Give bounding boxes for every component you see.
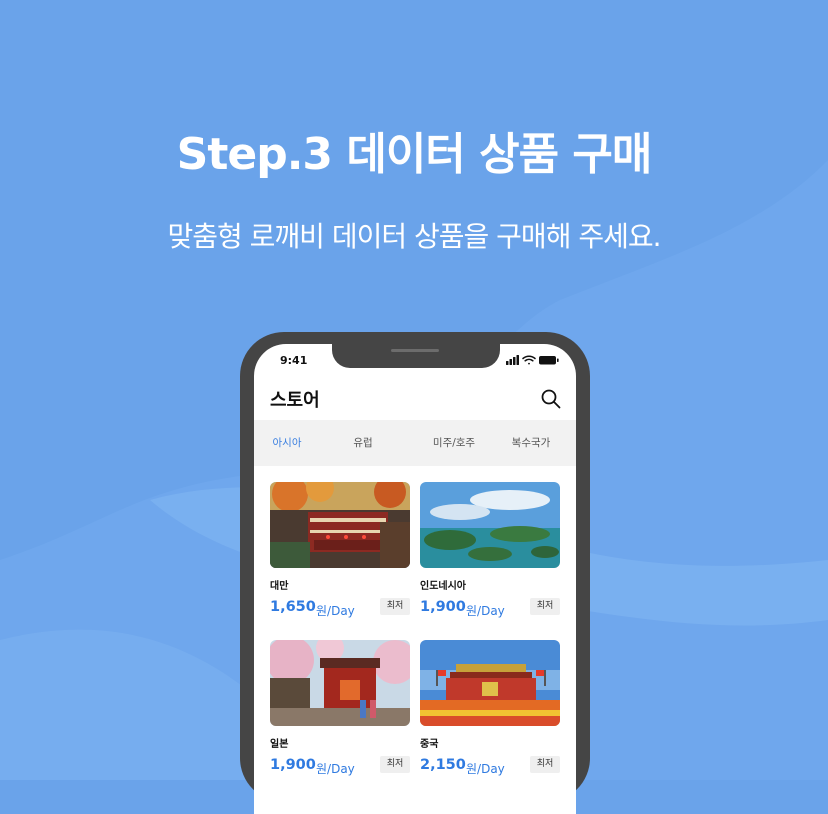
tab-americas-oceania[interactable]: 미주/호주 [416, 420, 492, 466]
product-card-indonesia[interactable]: 인도네시아 1,900 원/Day 최저 [420, 482, 560, 618]
wifi-icon [522, 355, 536, 365]
battery-icon [539, 356, 559, 365]
tab-asia[interactable]: 아시아 [254, 420, 320, 466]
status-icons [506, 355, 559, 365]
product-price: 1,900 [270, 757, 316, 773]
product-name: 인도네시아 [420, 581, 466, 592]
signal-icon [506, 355, 519, 365]
product-name: 대만 [270, 581, 289, 592]
lowest-price-badge: 최저 [380, 756, 410, 773]
product-card-china[interactable]: 중국 2,150 원/Day 최저 [420, 640, 560, 776]
phone-screen: 9:41 스토어 아시아 유럽 미주/호주 복수국가 대만 1,650 원/Da… [254, 344, 576, 814]
indonesia-photo [420, 482, 560, 568]
phone-notch [332, 344, 500, 368]
product-card-taiwan[interactable]: 대만 1,650 원/Day 최저 [270, 482, 410, 618]
product-price-unit: 원/Day [316, 762, 355, 776]
region-tabs: 아시아 유럽 미주/호주 복수국가 [254, 420, 576, 466]
product-price: 1,900 [420, 599, 466, 615]
taiwan-photo [270, 482, 410, 568]
product-price-unit: 원/Day [466, 604, 505, 618]
tab-europe[interactable]: 유럽 [330, 420, 396, 466]
tab-multi-country[interactable]: 복수국가 [498, 420, 564, 466]
china-photo [420, 640, 560, 726]
product-name: 일본 [270, 739, 289, 750]
product-card-japan[interactable]: 일본 1,900 원/Day 최저 [270, 640, 410, 776]
lowest-price-badge: 최저 [380, 598, 410, 615]
page-subtitle: 맞춤형 로깨비 데이터 상품을 구매해 주세요. [167, 220, 661, 253]
product-name: 중국 [420, 739, 439, 750]
page-title: Step.3 데이터 상품 구매 [176, 129, 653, 180]
product-price: 2,150 [420, 757, 466, 773]
product-price: 1,650 [270, 599, 316, 615]
search-icon[interactable] [540, 388, 562, 410]
japan-photo [270, 640, 410, 726]
product-price-unit: 원/Day [316, 604, 355, 618]
phone-mockup: 9:41 스토어 아시아 유럽 미주/호주 복수국가 대만 1,650 원/Da… [240, 332, 590, 814]
lowest-price-badge: 최저 [530, 598, 560, 615]
lowest-price-badge: 최저 [530, 756, 560, 773]
status-time: 9:41 [280, 354, 308, 367]
speaker-grille [391, 349, 439, 352]
product-price-unit: 원/Day [466, 762, 505, 776]
store-title: 스토어 [270, 390, 320, 411]
